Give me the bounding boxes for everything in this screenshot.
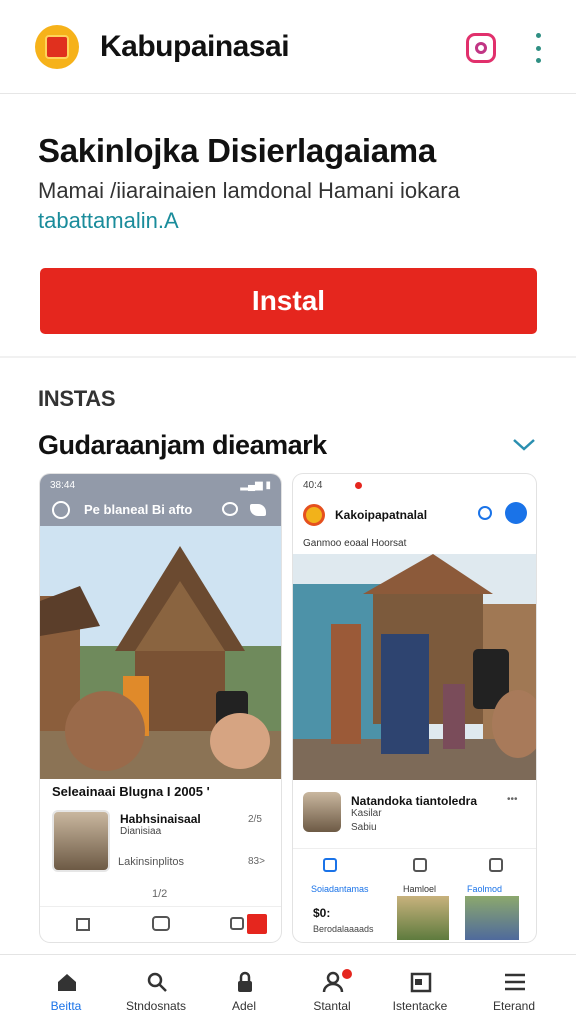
section-label: INSTAS — [38, 386, 116, 411]
app-logo-icon — [303, 504, 325, 526]
camera-icon — [152, 916, 170, 931]
nav-label: Soiadantamas — [311, 884, 369, 894]
user-name: Habhsinaisaal — [120, 812, 201, 826]
app-bar: Kabupainasai — [0, 0, 576, 94]
nav-label: Faolmod — [467, 884, 503, 894]
menu-icon — [505, 973, 525, 991]
tab-calendar[interactable]: Istentacke — [372, 955, 468, 1024]
screenshot-card-2[interactable]: 40:4 Kakoipapatnalal Ganmoo eoaal Hoorsa… — [293, 474, 536, 942]
lock-icon — [238, 971, 252, 992]
screenshot-card-1[interactable]: 38:44 ▂▄▆ ▮ Pe blaneal Bi afto Seleainaai… — [40, 474, 281, 942]
stat-label: Lakinsinplitos — [118, 856, 185, 868]
more-icon: ••• — [507, 794, 518, 805]
search-icon — [147, 972, 167, 992]
post-time: 2/5 — [248, 814, 262, 825]
thumbnail-image — [465, 896, 519, 940]
tab-add[interactable]: Adel — [196, 955, 292, 1024]
avatar — [303, 792, 341, 832]
house-photo — [40, 526, 281, 779]
tab-label: Istentacke — [392, 999, 448, 1013]
tab-home[interactable]: Beitta — [18, 955, 114, 1024]
chevron-down-icon[interactable] — [510, 434, 538, 454]
photo-caption: Seleainaai Blugna I 2005 ' — [52, 784, 210, 799]
status-bar: 38:44 ▂▄▆ ▮ — [50, 480, 271, 491]
heart-icon — [250, 504, 266, 516]
tab-label: Eterand — [492, 999, 536, 1013]
bottom-navigation: Beitta Stndosnats Adel Stantal Istentack… — [0, 954, 576, 1024]
village-photo — [293, 554, 536, 780]
user-subtitle: Dianisiaa — [120, 826, 162, 837]
user-icon — [322, 971, 344, 993]
back-icon — [52, 501, 70, 519]
chat-icon — [222, 502, 238, 516]
thumbnail-image — [397, 896, 449, 940]
tab-label: Beitta — [50, 999, 82, 1013]
stat-value: 83> — [248, 856, 265, 867]
page-indicator: 1/2 — [152, 888, 168, 900]
divider — [0, 356, 576, 358]
developer-link[interactable]: tabattamalin.A — [38, 208, 179, 234]
nav-label: Hamloel — [403, 884, 437, 894]
home-icon — [76, 918, 90, 931]
tab-label: Adel — [231, 999, 257, 1013]
tab-label: Stndosnats — [125, 999, 187, 1013]
app-logo-icon — [35, 25, 79, 69]
breadcrumb: Ganmoo eoaal Hoorsat — [303, 538, 407, 549]
user-subtitle: Kasilar — [351, 808, 382, 819]
screenshot-title: Pe blaneal Bi afto — [84, 502, 193, 517]
user-name: Natandoka tiantoledra — [351, 794, 478, 808]
home-icon — [323, 858, 337, 872]
user-meta: Sabiu — [351, 822, 377, 833]
price-subtitle: Berodalaaaads — [313, 924, 374, 934]
notification-badge — [342, 969, 352, 979]
grid-icon — [489, 858, 503, 872]
profile-icon — [505, 502, 527, 524]
share-icon — [230, 917, 244, 930]
page-title: Sakinlojka Disierlagaiama — [38, 132, 436, 169]
screenshot-app-title: Kakoipapatnalal — [335, 508, 428, 522]
instagram-icon[interactable] — [466, 33, 496, 63]
avatar — [52, 810, 110, 872]
app-description: Mamai /iiarainaien lamdonal Hamani iokar… — [38, 178, 460, 203]
tab-menu[interactable]: Eterand — [466, 955, 562, 1024]
house-icon — [413, 858, 427, 872]
section-title: Gudaraanjam dieamark — [38, 430, 327, 460]
calendar-icon — [410, 972, 432, 993]
record-icon — [247, 914, 267, 934]
price: $0: — [313, 906, 331, 920]
search-icon — [478, 506, 492, 520]
tab-profile[interactable]: Stantal — [284, 955, 380, 1024]
tab-search[interactable]: Stndosnats — [108, 955, 204, 1024]
notification-dot-icon — [355, 482, 362, 489]
tab-label: Stantal — [313, 999, 351, 1013]
more-vertical-icon[interactable] — [530, 33, 546, 63]
app-name: Kabupainasai — [100, 30, 290, 63]
status-bar: 40:4 — [303, 480, 323, 491]
home-icon — [58, 974, 76, 991]
install-button[interactable]: Instal — [40, 268, 537, 334]
